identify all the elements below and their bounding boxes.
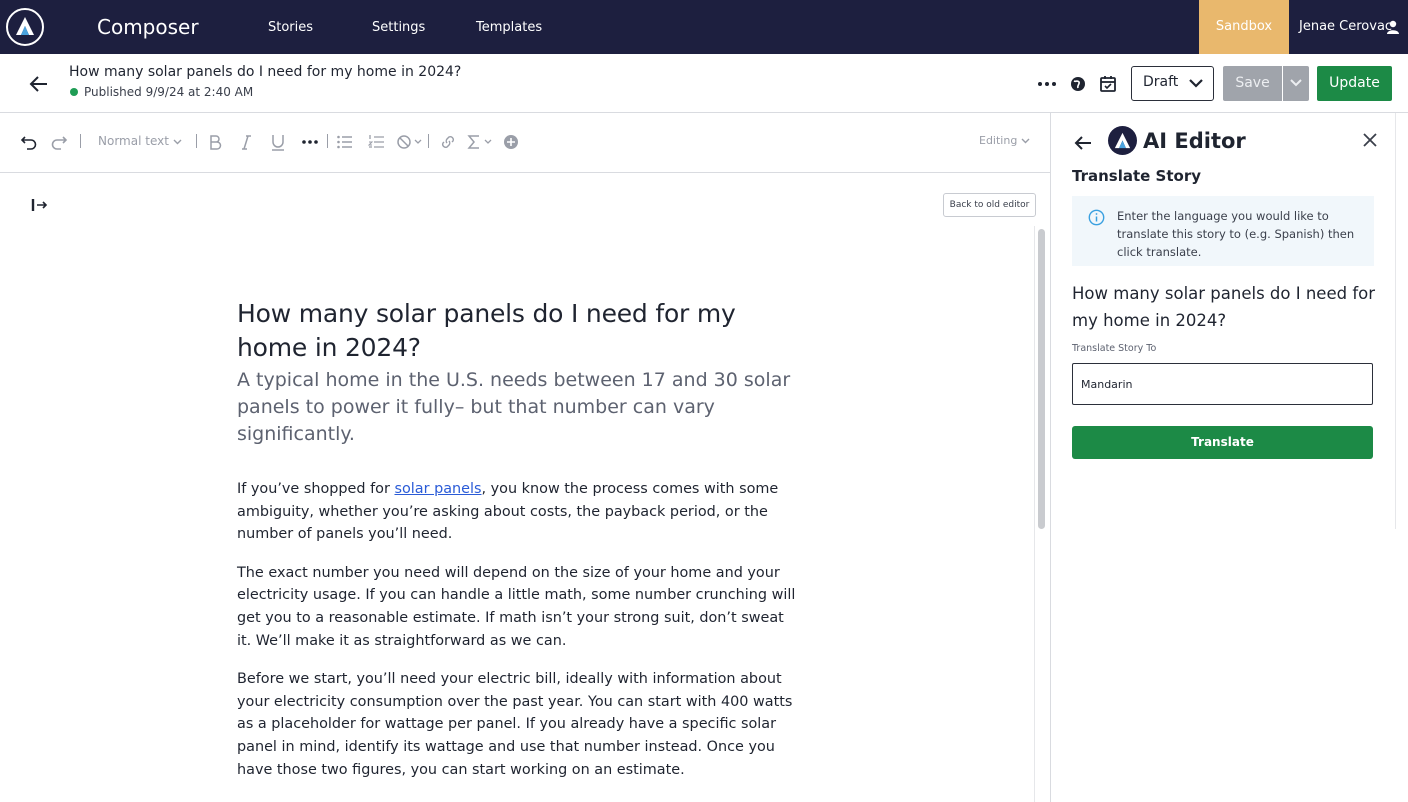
sigma-icon[interactable] xyxy=(466,133,496,153)
schedule-calendar-icon[interactable] xyxy=(1098,74,1118,94)
chevron-down-icon xyxy=(1189,79,1203,88)
nav-settings[interactable]: Settings xyxy=(372,20,425,35)
translate-button[interactable]: Translate xyxy=(1072,426,1373,459)
top-nav: Composer Stories Settings Templates Sand… xyxy=(0,0,1408,54)
scrollbar-thumb[interactable] xyxy=(1038,229,1045,529)
toolbar-divider xyxy=(327,134,328,148)
user-icon[interactable] xyxy=(1386,20,1400,34)
app-logo-icon[interactable] xyxy=(6,8,44,46)
translate-language-input[interactable]: Mandarin xyxy=(1072,363,1373,405)
panel-title: AI Editor xyxy=(1143,129,1246,153)
bullet-list-icon[interactable] xyxy=(336,133,354,153)
update-button[interactable]: Update xyxy=(1317,66,1392,101)
info-icon xyxy=(1088,209,1105,226)
story-title: How many solar panels do I need for my h… xyxy=(69,64,462,80)
nav-templates[interactable]: Templates xyxy=(476,20,542,35)
publish-status: Published 9/9/24 at 2:40 AM xyxy=(84,85,254,99)
info-callout: Enter the language you would like to tra… xyxy=(1072,196,1374,266)
back-to-old-editor-button[interactable]: Back to old editor xyxy=(943,193,1036,217)
ai-logo-icon xyxy=(1108,126,1137,155)
user-name[interactable]: Jenae Cerovac xyxy=(1299,19,1392,34)
app-brand: Composer xyxy=(97,15,199,39)
article-paragraph[interactable]: Before we start, you’ll need your electr… xyxy=(237,668,802,781)
toolbar-divider xyxy=(428,134,429,148)
toolbar-divider xyxy=(196,134,197,148)
panel-heading: Translate Story xyxy=(1072,167,1201,185)
chevron-down-icon xyxy=(173,139,182,144)
chevron-down-icon xyxy=(1290,79,1302,87)
undo-icon[interactable] xyxy=(20,133,38,153)
save-options-button[interactable] xyxy=(1283,66,1309,101)
globe-icon[interactable] xyxy=(1068,74,1088,94)
paragraph-text: If you’ve shopped for xyxy=(237,481,395,497)
panel-divider xyxy=(1395,113,1396,529)
add-icon[interactable] xyxy=(503,133,519,153)
bold-icon[interactable] xyxy=(207,133,223,153)
numbered-list-icon[interactable] xyxy=(368,133,386,153)
article-paragraph[interactable]: The exact number you need will depend on… xyxy=(237,562,802,652)
translate-field-label: Translate Story To xyxy=(1072,343,1157,354)
link-icon[interactable] xyxy=(439,133,457,153)
ai-editor-panel: AI Editor Translate Story Enter the lang… xyxy=(1050,113,1408,802)
more-icon[interactable] xyxy=(301,133,319,153)
status-select-value: Draft xyxy=(1143,74,1179,90)
toolbar-divider xyxy=(80,134,81,148)
status-dot xyxy=(70,88,78,96)
clear-format-icon[interactable] xyxy=(396,133,424,153)
more-options-icon[interactable] xyxy=(1037,74,1057,94)
editor-canvas: Back to old editor How many solar panels… xyxy=(0,173,1050,802)
article-title[interactable]: How many solar panels do I need for my h… xyxy=(237,297,802,365)
italic-icon[interactable] xyxy=(238,133,254,153)
editing-mode-label: Editing xyxy=(979,134,1018,147)
editing-mode-dropdown[interactable]: Editing xyxy=(979,134,1030,154)
article-body[interactable]: How many solar panels do I need for my h… xyxy=(237,297,802,781)
text-style-label: Normal text xyxy=(98,134,169,148)
info-text: Enter the language you would like to tra… xyxy=(1117,209,1355,259)
back-arrow-icon[interactable] xyxy=(28,73,50,95)
collapse-sidebar-icon[interactable] xyxy=(31,197,49,213)
solar-panels-link[interactable]: solar panels xyxy=(394,481,481,497)
status-select[interactable]: Draft xyxy=(1131,66,1214,101)
editor-toolbar: Normal text Editing xyxy=(0,113,1050,173)
story-header: How many solar panels do I need for my h… xyxy=(0,54,1408,113)
text-style-dropdown[interactable]: Normal text xyxy=(98,134,182,154)
article-subtitle[interactable]: A typical home in the U.S. needs between… xyxy=(237,367,802,448)
chevron-down-icon xyxy=(1021,138,1030,144)
back-arrow-icon[interactable] xyxy=(1073,133,1093,153)
redo-icon[interactable] xyxy=(50,133,68,153)
panel-story-title: How many solar panels do I need for my h… xyxy=(1072,284,1376,330)
close-icon[interactable] xyxy=(1362,132,1378,148)
underline-icon[interactable] xyxy=(270,133,286,153)
article-paragraph[interactable]: If you’ve shopped for solar panels, you … xyxy=(237,478,802,546)
nav-stories[interactable]: Stories xyxy=(268,20,313,35)
environment-badge[interactable]: Sandbox xyxy=(1199,0,1289,54)
save-button[interactable]: Save xyxy=(1223,66,1282,101)
